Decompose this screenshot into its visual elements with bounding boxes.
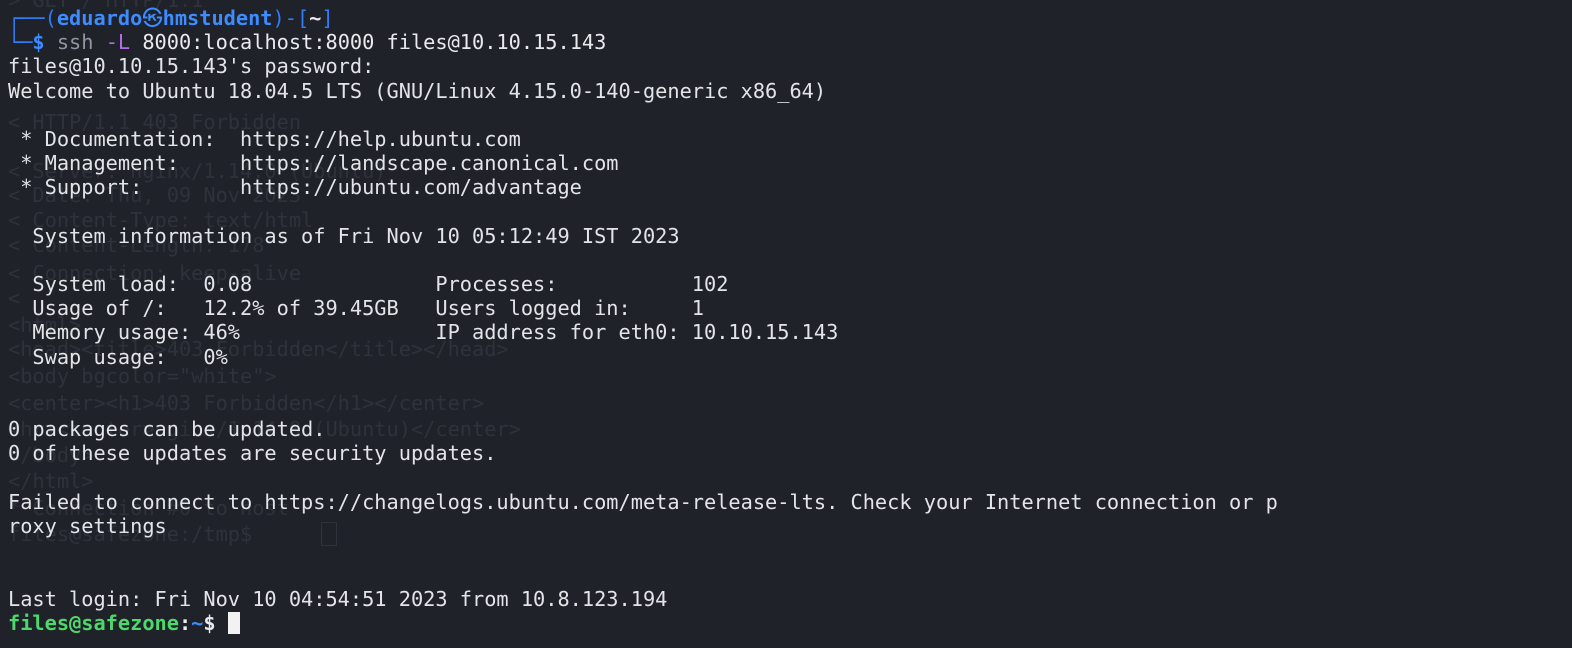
output-line: files@10.10.15.143's password: xyxy=(8,54,375,79)
command-flag: -L xyxy=(93,30,131,55)
output-line: System information as of Fri Nov 10 05:1… xyxy=(8,223,680,248)
final-prompt-line[interactable]: files@safezone:~$ xyxy=(8,611,1278,635)
command-args: 8000:localhost:8000 files@10.10.15.143 xyxy=(130,30,607,55)
output-line: * Support: https://ubuntu.com/advantage xyxy=(8,175,582,200)
prompt-corner-bottom: └─ xyxy=(8,30,33,55)
terminal-window[interactable]: > GET / HTTP/1.1 < HTTP/1.1 403 Forbidde… xyxy=(0,0,1572,648)
output-line: Last login: Fri Nov 10 04:54:51 2023 fro… xyxy=(8,586,668,611)
final-prompt-colon: : xyxy=(178,610,192,635)
output-line: * Documentation: https://help.ubuntu.com xyxy=(8,126,521,151)
command-name: ssh xyxy=(56,30,94,55)
output-line: Usage of /: 12.2% of 39.45GB Users logge… xyxy=(8,296,704,321)
prompt-dollar: $ xyxy=(32,30,57,55)
output-line: Memory usage: 46% IP address for eth0: 1… xyxy=(8,320,839,345)
output-line: roxy settings xyxy=(8,513,167,538)
prompt-at-glyph: ㉿ xyxy=(142,6,163,30)
final-prompt-dollar: $ xyxy=(203,610,228,635)
output-line: Welcome to Ubuntu 18.04.5 LTS (GNU/Linux… xyxy=(8,78,827,103)
terminal-output: ┌──(eduardo㉿hmstudent)-[~] └─$ ssh -L 80… xyxy=(8,6,1278,635)
output-line: System load: 0.08 Processes: 102 xyxy=(8,272,729,297)
output-line: Swap usage: 0% xyxy=(8,344,228,369)
prompt-mid: )-[ xyxy=(272,6,310,30)
prompt-user: eduardo xyxy=(56,6,143,30)
prompt-host: hmstudent xyxy=(162,6,273,30)
output-line: 0 of these updates are security updates. xyxy=(8,441,497,466)
prompt-line-bottom: └─$ ssh -L 8000:localhost:8000 files@10.… xyxy=(8,30,1278,54)
text-cursor[interactable] xyxy=(227,611,240,634)
output-line: * Management: https://landscape.canonica… xyxy=(8,151,619,176)
prompt-dir: ~ xyxy=(309,6,322,30)
prompt-end: ] xyxy=(321,6,334,30)
final-prompt-path: ~ xyxy=(191,610,204,635)
final-prompt-user-host: files@safezone xyxy=(8,610,179,635)
output-line: Failed to connect to https://changelogs.… xyxy=(8,489,1278,514)
output-line: 0 packages can be updated. xyxy=(8,417,326,442)
prompt-corner: ┌──( xyxy=(8,6,57,30)
prompt-line-top: ┌──(eduardo㉿hmstudent)-[~] xyxy=(8,6,1278,30)
